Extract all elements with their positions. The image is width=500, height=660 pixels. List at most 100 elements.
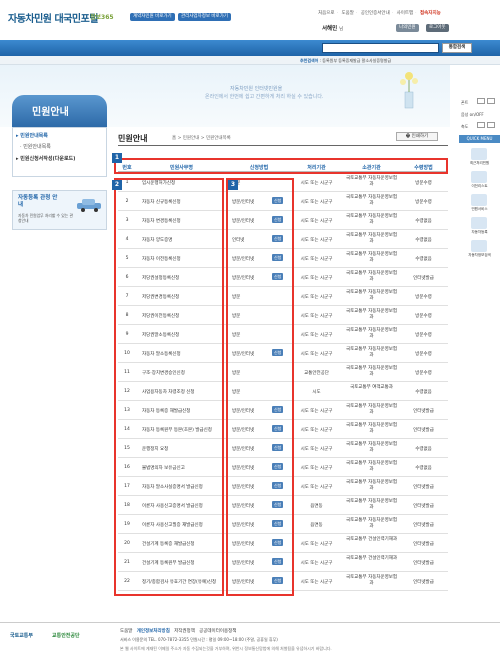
highlight-box-2 — [114, 178, 224, 596]
row-org: 시도 또는 시군구 — [300, 200, 333, 205]
row-recv: 인터넷발급 — [413, 580, 434, 585]
footer-link-copyright[interactable]: 저작권정책 — [174, 629, 195, 634]
row-org: 읍면동 — [310, 523, 323, 528]
promo-desc: 자동차 민원업무 처리할 수 있는 관청안내 — [18, 213, 73, 223]
zoom-label: 축도 — [461, 124, 469, 129]
footer-link-opendata[interactable]: 공공데이터이용정책 — [199, 629, 236, 634]
footer-link-privacy[interactable]: 개인정보처리방침 — [137, 629, 170, 634]
gnb-item-guide[interactable]: 민원안내 — [8, 4, 28, 12]
row-org: 시도 또는 시군구 — [300, 561, 333, 566]
footer-link-help[interactable]: 도움말 — [120, 629, 132, 634]
gnb-item-result[interactable]: 민원신청결과 — [86, 4, 116, 12]
row-org: 시도 또는 시군구 — [300, 485, 333, 490]
sidebar-item-download[interactable]: ▸ 민원신청서작성(다운로드) — [16, 155, 75, 162]
gnb-item-notice[interactable]: 알림마당 — [194, 4, 214, 12]
manager-link-button[interactable]: 관리사업자정보 바로가기 — [178, 13, 231, 21]
office-guide-promo[interactable]: 자동등록 관청 안내 자동차 민원업무 처리할 수 있는 관청안내 — [12, 190, 107, 230]
footer-contact: 서비스 이용문의 TEL. 070-7872-3355 민원시간 : 평일 09… — [120, 637, 278, 642]
contractor-link-button[interactable]: 계약자민원 바로가기 — [130, 13, 175, 21]
print-button[interactable]: 🖶 인쇄하기 — [396, 132, 438, 141]
util-nav: 처음으로 · 도움말 · 공인인증서안내 · 사이트맵 · 접속자지능 — [318, 11, 441, 16]
promo-title: 자동등록 관청 안내 — [18, 195, 58, 208]
row-org: 시도 또는 시군구 — [300, 466, 333, 471]
row-org: 시도 또는 시군구 — [300, 428, 333, 433]
row-org: 교통안전공단 — [304, 371, 329, 376]
quick-item-service[interactable]: 민원서비스 — [459, 207, 500, 212]
row-dept: 국토교통부 자동차운영보험과 — [345, 176, 398, 187]
footer-logo-molit[interactable]: 국토교통부 — [10, 632, 33, 639]
page-title: 민원안내 — [118, 134, 148, 143]
quick-item-search[interactable]: 자동차정보검색 — [459, 253, 500, 258]
row-dept: 국토교통부 여객교통과 — [350, 385, 393, 390]
quick-item-prev[interactable]: 이전리스트 — [459, 184, 500, 189]
util-highlight-link[interactable]: 접속자지능 — [420, 11, 441, 16]
gnb-item-apply[interactable]: 민원신청 — [46, 4, 66, 12]
font-plus-button[interactable] — [477, 98, 485, 104]
logout-button[interactable]: 로그아웃 — [426, 24, 449, 32]
gnb-item-history[interactable]: 토탈이력조회 — [140, 4, 170, 12]
prev-list-icon[interactable] — [471, 171, 487, 183]
row-recv: 방문수령 — [415, 333, 432, 338]
row-org: 시도 — [312, 390, 321, 395]
font-size-label: 폰트 — [461, 100, 469, 105]
sound-off[interactable]: OFF — [476, 112, 484, 117]
badge-3: 3 — [228, 180, 238, 190]
banner-line-2: 온라인에서 한번에 쉽고 간편하게 처리 하실 수 있습니다. — [205, 94, 324, 100]
zoom-in-button[interactable] — [477, 122, 485, 128]
row-org: 시도 또는 시군구 — [300, 352, 333, 357]
footer-logo-ts[interactable]: 교통안전공단 — [52, 632, 80, 639]
row-recv: 인터넷발급 — [413, 542, 434, 547]
car-register-icon[interactable] — [471, 217, 487, 229]
row-recv: 인터넷발급 — [413, 523, 434, 528]
row-org: 시도 또는 시군구 — [300, 219, 333, 224]
row-recv: 방문수령 — [415, 295, 432, 300]
sidebar-subitem-list[interactable]: · 민원안내목록 — [20, 143, 51, 150]
row-org: 시도 또는 시군구 — [300, 580, 333, 585]
row-recv: 수령없음 — [415, 447, 432, 452]
my-minwon-button[interactable]: 나의민원 — [396, 24, 419, 32]
util-sitemap-link[interactable]: 사이트맵 — [397, 11, 414, 16]
row-dept: 국토교통부 자동차운영보험과 — [345, 271, 398, 282]
service-icon[interactable] — [471, 194, 487, 206]
row-dept: 국토교통부 자동차운영보험과 — [345, 404, 398, 415]
site-logo-sub: 정보365 — [90, 14, 114, 21]
row-recv: 수령없음 — [415, 466, 432, 471]
row-dept: 국토교통부 자동차운영보험과 — [345, 252, 398, 263]
search-input[interactable] — [322, 43, 439, 53]
util-cert-link[interactable]: 공인인증서안내 — [361, 11, 390, 16]
keyword-bar — [0, 56, 500, 65]
row-org: 시도 또는 시군구 — [300, 295, 333, 300]
quick-item-recent[interactable]: 최근처리민원 — [459, 161, 500, 166]
search-button[interactable]: 통합검색 — [442, 43, 472, 53]
row-recv: 방문수령 — [415, 371, 432, 376]
row-dept: 국토교통부 자동차운영보험과 — [345, 366, 398, 377]
quick-item-register[interactable]: 자동차등록 — [459, 230, 500, 235]
sidebar-item-list[interactable]: ▸ 민원안내목록 — [16, 132, 48, 139]
flower-vase-illustration — [400, 72, 418, 109]
row-dept: 국토교통부 자동차운영보험과 — [345, 461, 398, 472]
keywords-list[interactable]: 등록원부 등록증재발급 말소사실증명발급 — [322, 58, 391, 63]
font-minus-button[interactable] — [487, 98, 495, 104]
sidebar-item-label: 민원안내목록 — [20, 133, 48, 139]
site-logo[interactable]: 자동차민원 대국민포털 — [8, 10, 98, 25]
util-help-link[interactable]: 도움말 — [341, 11, 353, 16]
row-recv: 수령없음 — [415, 390, 432, 395]
row-org: 시도 또는 시군구 — [300, 314, 333, 319]
gnb-item-info[interactable]: 정보마당 — [234, 4, 254, 12]
zoom-out-button[interactable] — [487, 122, 495, 128]
sidebar-item-label: 민원안내목록 — [23, 144, 51, 150]
row-recv: 방문수령 — [415, 200, 432, 205]
sidebar-title: 민원안내 — [32, 107, 69, 118]
row-dept: 국토교통부 자동차운영보험과 — [345, 442, 398, 453]
row-org: 읍면동 — [310, 504, 323, 509]
highlight-box-1 — [114, 158, 448, 174]
util-home-link[interactable]: 처음으로 — [318, 11, 335, 16]
sound-on[interactable]: on — [470, 112, 475, 117]
row-dept: 국토교통부 자동차운영보험과 — [345, 309, 398, 320]
row-dept: 국토교통부 자동차운영보험과 — [345, 499, 398, 510]
row-org: 시도 또는 시군구 — [300, 542, 333, 547]
car-search-icon[interactable] — [471, 240, 487, 252]
row-recv: 인터넷발급 — [413, 504, 434, 509]
recent-minwon-icon[interactable] — [471, 148, 487, 160]
row-recv: 인터넷발급 — [413, 561, 434, 566]
